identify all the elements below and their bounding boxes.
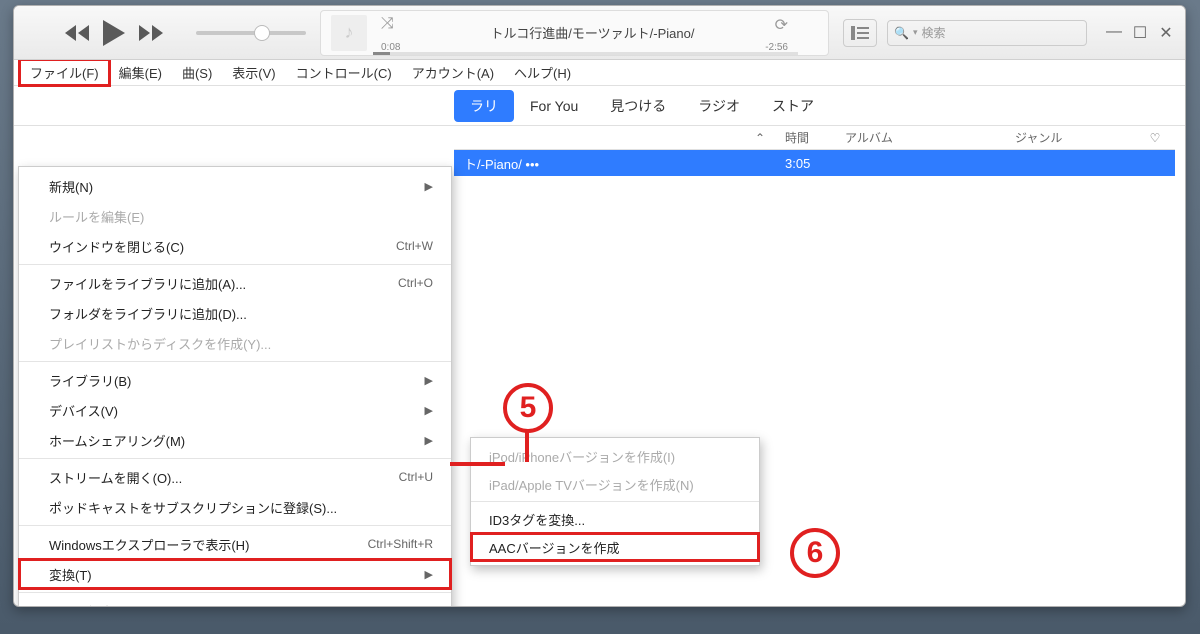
submenu-create-aac[interactable]: AACバージョンを作成 bbox=[471, 533, 759, 561]
submenu-arrow-icon: ▶ bbox=[425, 404, 433, 417]
menu-page-setup[interactable]: ページ設定(U)... bbox=[19, 596, 451, 607]
menubar: ファイル(F) 編集(E) 曲(S) 表示(V) コントロール(C) アカウント… bbox=[14, 60, 1185, 86]
nav-tabs: ラリ For You 見つける ラジオ ストア bbox=[14, 86, 1185, 126]
col-genre[interactable]: ジャンル bbox=[1005, 129, 1135, 146]
tab-radio[interactable]: ラジオ bbox=[682, 90, 756, 122]
search-input[interactable]: 🔍 ▾ 検索 bbox=[887, 20, 1087, 46]
now-playing-display: ♪ ⤨ トルコ行進曲/モーツァルト/-Piano/ ⟳ 0:08 -2:56 bbox=[320, 10, 829, 56]
view-mode-button[interactable] bbox=[843, 19, 877, 47]
maximize-button[interactable]: ☐ bbox=[1131, 23, 1149, 43]
file-dropdown-menu: 新規(N)▶ ルールを編集(E) ウインドウを閉じる(C)Ctrl+W ファイル… bbox=[18, 166, 452, 607]
convert-submenu: iPod/iPhoneバージョンを作成(I) iPad/Apple TVバージョ… bbox=[470, 437, 760, 566]
col-heart[interactable]: ♡ bbox=[1135, 131, 1175, 145]
submenu-ipod-iphone: iPod/iPhoneバージョンを作成(I) bbox=[471, 442, 759, 470]
table-row[interactable]: ト/-Piano/ ••• 3:05 bbox=[454, 150, 1175, 176]
now-playing-title: トルコ行進曲/モーツァルト/-Piano/ bbox=[367, 23, 818, 42]
album-art-placeholder: ♪ bbox=[331, 15, 367, 51]
close-button[interactable]: ✕ bbox=[1157, 23, 1175, 43]
table-header: ⌃ 時間 アルバム ジャンル ♡ bbox=[454, 126, 1175, 150]
menu-song[interactable]: 曲(S) bbox=[172, 60, 222, 85]
submenu-arrow-icon: ▶ bbox=[425, 568, 433, 581]
menu-convert[interactable]: 変換(T)▶ bbox=[19, 559, 451, 589]
menu-close-window[interactable]: ウインドウを閉じる(C)Ctrl+W bbox=[19, 231, 451, 261]
search-placeholder: 検索 bbox=[921, 24, 945, 41]
menu-library[interactable]: ライブラリ(B)▶ bbox=[19, 365, 451, 395]
menu-subscribe-podcast[interactable]: ポッドキャストをサブスクリプションに登録(S)... bbox=[19, 492, 451, 522]
menu-control[interactable]: コントロール(C) bbox=[286, 60, 402, 85]
annotation-6: 6 bbox=[790, 528, 840, 578]
repeat-icon[interactable]: ⟳ bbox=[775, 15, 788, 35]
tab-store[interactable]: ストア bbox=[756, 90, 830, 122]
menu-help[interactable]: ヘルプ(H) bbox=[504, 60, 581, 85]
play-button[interactable] bbox=[96, 15, 132, 51]
annotation-connector bbox=[525, 432, 529, 462]
submenu-ipad-appletv: iPad/Apple TVバージョンを作成(N) bbox=[471, 470, 759, 498]
submenu-arrow-icon: ▶ bbox=[425, 434, 433, 447]
menu-home-sharing[interactable]: ホームシェアリング(M)▶ bbox=[19, 425, 451, 455]
menu-open-stream[interactable]: ストリームを開く(O)...Ctrl+U bbox=[19, 462, 451, 492]
menu-add-folder[interactable]: フォルダをライブラリに追加(D)... bbox=[19, 298, 451, 328]
tab-for-you[interactable]: For You bbox=[514, 92, 594, 120]
dropdown-caret-icon: ▾ bbox=[913, 27, 918, 38]
cell-time: 3:05 bbox=[775, 156, 835, 171]
minimize-button[interactable]: — bbox=[1105, 23, 1123, 43]
search-icon: 🔍 bbox=[894, 26, 909, 40]
progress-bar[interactable] bbox=[373, 52, 798, 55]
menu-show-in-explorer[interactable]: Windowsエクスプローラで表示(H)Ctrl+Shift+R bbox=[19, 529, 451, 559]
tab-browse[interactable]: 見つける bbox=[594, 90, 682, 122]
menu-file[interactable]: ファイル(F) bbox=[20, 60, 109, 85]
tab-library[interactable]: ラリ bbox=[454, 90, 514, 122]
annotation-5: 5 bbox=[503, 383, 553, 433]
col-album[interactable]: アルバム bbox=[835, 129, 1005, 146]
menu-edit-rules: ルールを編集(E) bbox=[19, 201, 451, 231]
menu-devices[interactable]: デバイス(V)▶ bbox=[19, 395, 451, 425]
shuffle-icon[interactable]: ⤨ bbox=[381, 15, 394, 33]
next-button[interactable] bbox=[136, 18, 166, 48]
submenu-arrow-icon: ▶ bbox=[425, 374, 433, 387]
menu-edit[interactable]: 編集(E) bbox=[109, 60, 172, 85]
menu-burn-disc: プレイリストからディスクを作成(Y)... bbox=[19, 328, 451, 358]
submenu-arrow-icon: ▶ bbox=[425, 180, 433, 193]
titlebar: ♪ ⤨ トルコ行進曲/モーツァルト/-Piano/ ⟳ 0:08 -2:56 🔍… bbox=[14, 6, 1185, 60]
annotation-connector bbox=[450, 462, 505, 466]
sort-caret-icon[interactable]: ⌃ bbox=[745, 131, 775, 145]
menu-add-file[interactable]: ファイルをライブラリに追加(A)...Ctrl+O bbox=[19, 268, 451, 298]
menu-account[interactable]: アカウント(A) bbox=[402, 60, 504, 85]
playback-controls bbox=[62, 15, 166, 51]
menu-view[interactable]: 表示(V) bbox=[222, 60, 285, 85]
prev-button[interactable] bbox=[62, 18, 92, 48]
col-time[interactable]: 時間 bbox=[775, 129, 835, 146]
volume-slider[interactable] bbox=[196, 31, 306, 35]
cell-name: ト/-Piano/ ••• bbox=[454, 154, 745, 173]
menu-new[interactable]: 新規(N)▶ bbox=[19, 171, 451, 201]
submenu-id3-tags[interactable]: ID3タグを変換... bbox=[471, 505, 759, 533]
